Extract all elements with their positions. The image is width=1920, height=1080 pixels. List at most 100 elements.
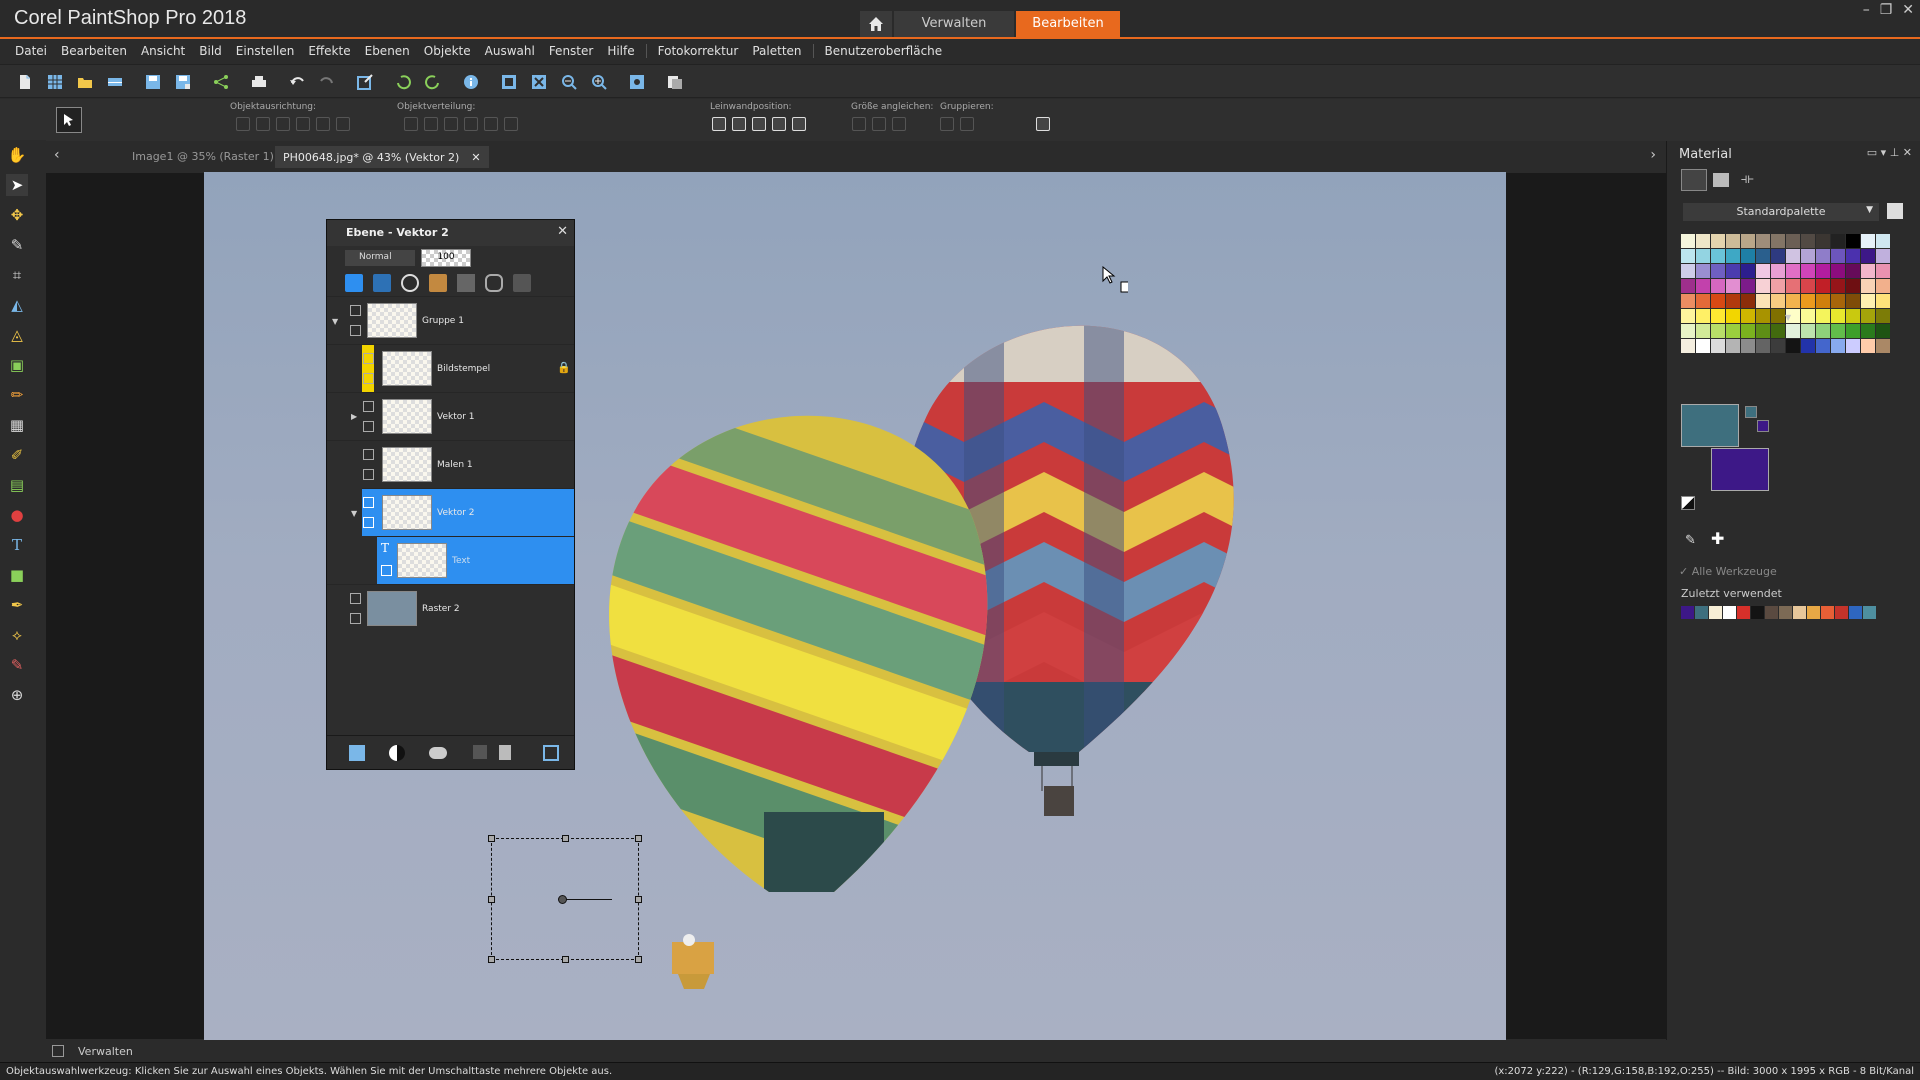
color-swatch[interactable] <box>1861 279 1875 293</box>
color-swatch[interactable] <box>1696 279 1710 293</box>
resize-handle[interactable] <box>635 896 642 903</box>
layer-row[interactable]: ▼ Gruppe 1 <box>327 296 574 344</box>
panel-controls[interactable]: ▭ ▾ ⊥ ✕ <box>1867 146 1912 159</box>
blend-mode-select[interactable]: Normal <box>345 250 415 266</box>
color-swatch[interactable] <box>1681 279 1695 293</box>
color-swatch[interactable] <box>1876 309 1890 323</box>
add-icon[interactable]: ✚ <box>1711 529 1724 548</box>
palette-options-icon[interactable] <box>1887 203 1903 219</box>
color-swatch[interactable] <box>1696 324 1710 338</box>
color-swatch[interactable] <box>1681 234 1695 248</box>
color-swatch[interactable] <box>1711 339 1725 353</box>
color-swatch[interactable] <box>1771 294 1785 308</box>
menu-objects[interactable]: Objekte <box>417 40 478 62</box>
color-swatch[interactable] <box>1876 249 1890 263</box>
mask-icon[interactable] <box>457 274 475 292</box>
new-layer-icon[interactable] <box>349 745 365 761</box>
canvas-position-buttons[interactable] <box>712 117 806 133</box>
link-icon[interactable] <box>485 274 503 292</box>
text-tool[interactable]: T <box>6 534 28 556</box>
background-swatch[interactable] <box>1711 448 1769 491</box>
color-swatch[interactable] <box>1711 309 1725 323</box>
recent-color-swatch[interactable] <box>1751 606 1764 619</box>
layer-row[interactable]: Malen 1 <box>327 440 574 488</box>
manager-icon[interactable] <box>52 1045 64 1057</box>
menu-image[interactable]: Bild <box>192 40 229 62</box>
manager-label[interactable]: Verwalten <box>78 1045 133 1058</box>
lock-icon[interactable]: 🔒 <box>557 361 571 374</box>
mask-icon[interactable] <box>429 747 447 759</box>
shape-tool[interactable]: ■ <box>6 564 28 586</box>
color-swatch[interactable] <box>1696 264 1710 278</box>
script-icon[interactable] <box>666 73 684 91</box>
layer-row-selected[interactable]: T Text <box>377 536 574 584</box>
recent-color-swatch[interactable] <box>1779 606 1792 619</box>
color-swatch[interactable] <box>1726 294 1740 308</box>
color-swatch[interactable] <box>1741 339 1755 353</box>
visibility-icon[interactable] <box>363 373 374 384</box>
color-swatch[interactable] <box>1786 234 1800 248</box>
color-swatch[interactable] <box>1726 264 1740 278</box>
color-swatch[interactable] <box>1756 264 1770 278</box>
properties-icon[interactable] <box>543 745 559 761</box>
color-swatch[interactable] <box>1846 339 1860 353</box>
redo-icon[interactable] <box>318 73 336 91</box>
color-swatch[interactable] <box>1681 294 1695 308</box>
selection-tool[interactable]: ✥ <box>6 204 28 226</box>
duplicate-icon[interactable] <box>473 745 487 759</box>
color-swatch[interactable] <box>1771 309 1785 323</box>
makeover-tool[interactable]: ◬ <box>6 324 28 346</box>
pen-tool[interactable]: ✒ <box>6 594 28 616</box>
visibility-icon[interactable] <box>350 613 361 624</box>
color-swatch[interactable] <box>1711 249 1725 263</box>
color-swatch[interactable] <box>1786 324 1800 338</box>
chevron-left-icon[interactable]: ‹ <box>54 147 60 163</box>
zoom-out-icon[interactable] <box>560 73 578 91</box>
lock-icon[interactable] <box>513 274 531 292</box>
color-swatch[interactable] <box>1816 294 1830 308</box>
color-swatch[interactable] <box>1786 264 1800 278</box>
layer-row-selected[interactable]: ▼ Vektor 2 <box>351 488 574 536</box>
color-swatch[interactable] <box>1816 249 1830 263</box>
color-swatch[interactable] <box>1786 249 1800 263</box>
color-swatch[interactable] <box>1711 279 1725 293</box>
layer-props-button[interactable] <box>1036 117 1050 133</box>
color-swatch[interactable] <box>1726 324 1740 338</box>
sliders-tab-icon[interactable]: ⟛ <box>1741 171 1754 187</box>
color-swatch[interactable] <box>1801 324 1815 338</box>
doc-tab-image1[interactable]: Image1 @ 35% (Raster 1) <box>132 150 274 163</box>
color-swatch[interactable] <box>1741 324 1755 338</box>
doc-tab-active[interactable]: PH00648.jpg* @ 43% (Vektor 2) ✕ <box>275 146 489 168</box>
color-swatch[interactable] <box>1831 309 1845 323</box>
brush-tool[interactable]: ✏ <box>6 384 28 406</box>
palette-select[interactable]: Standardpalette ▼ <box>1683 203 1879 221</box>
color-swatch[interactable] <box>1876 279 1890 293</box>
swatches-tab-icon[interactable] <box>1681 169 1707 191</box>
color-swatch[interactable] <box>1831 324 1845 338</box>
save-icon[interactable] <box>144 73 162 91</box>
dropper-icon[interactable]: ✎ <box>1685 533 1696 548</box>
collapse-icon[interactable]: ▼ <box>332 317 338 326</box>
color-swatch[interactable] <box>1726 339 1740 353</box>
layer-row[interactable]: Raster 2 <box>327 584 574 632</box>
resize-handle[interactable] <box>562 956 569 963</box>
rainbow-tab-icon[interactable] <box>1713 173 1729 187</box>
resize-handle[interactable] <box>635 835 642 842</box>
color-swatch[interactable] <box>1756 309 1770 323</box>
recent-color-swatch[interactable] <box>1807 606 1820 619</box>
color-swatch[interactable] <box>1861 339 1875 353</box>
color-swatch[interactable] <box>1846 234 1860 248</box>
color-swatch[interactable] <box>1831 249 1845 263</box>
undo-icon[interactable] <box>288 73 306 91</box>
collapse-icon[interactable]: ▼ <box>351 509 357 518</box>
print-icon[interactable] <box>250 73 268 91</box>
color-swatch[interactable] <box>1741 234 1755 248</box>
color-swatch[interactable] <box>1861 264 1875 278</box>
color-swatch[interactable] <box>1681 249 1695 263</box>
expand-icon[interactable]: ▶ <box>351 412 357 421</box>
color-swatch[interactable] <box>1861 294 1875 308</box>
object-align-buttons[interactable] <box>236 117 350 133</box>
color-swatch[interactable] <box>1771 339 1785 353</box>
recent-color-swatch[interactable] <box>1695 606 1708 619</box>
layer-row[interactable]: Bildstempel 🔒 <box>327 344 574 393</box>
